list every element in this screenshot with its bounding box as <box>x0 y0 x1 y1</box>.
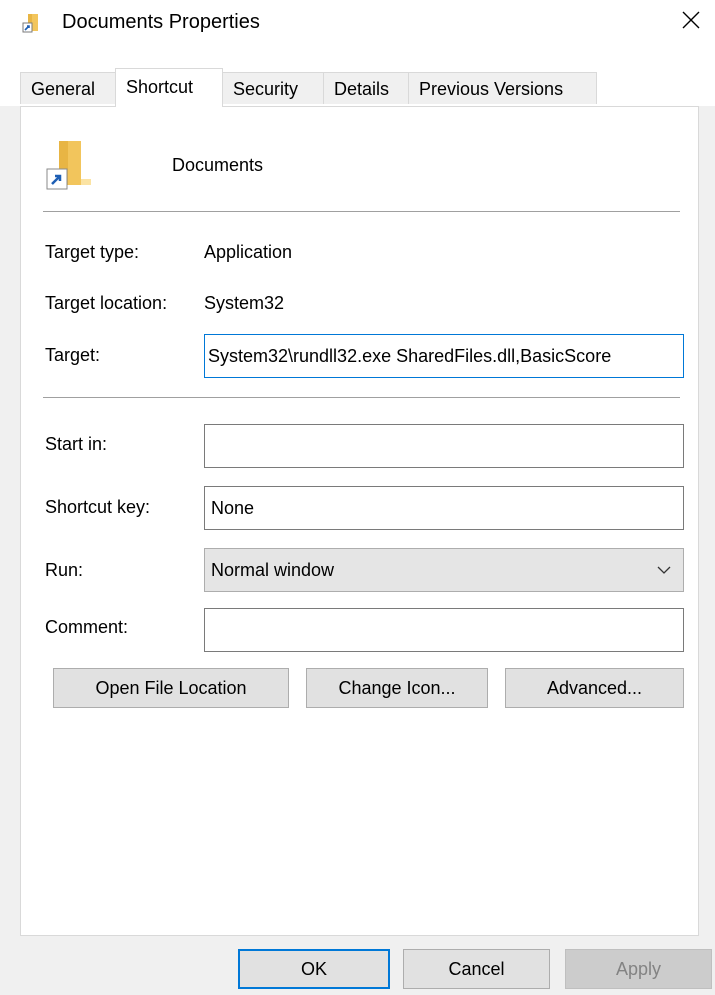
target-type-label: Target type: <box>45 242 140 262</box>
target-input-text: System32\rundll32.exe SharedFiles.dll,Ba… <box>208 346 612 366</box>
tab-details[interactable]: Details <box>323 72 409 104</box>
start-in-label: Start in: <box>45 434 108 454</box>
target-location-value: System32 <box>204 293 285 313</box>
run-select[interactable]: Normal window <box>204 548 684 592</box>
target-label: Target: <box>45 345 101 365</box>
close-icon <box>682 11 700 29</box>
tab-bar: General Shortcut Security Details Previo… <box>0 44 715 107</box>
folder-shortcut-icon <box>46 141 91 190</box>
tab-previous-versions[interactable]: Previous Versions <box>408 72 597 104</box>
tab-security[interactable]: Security <box>222 72 324 104</box>
close-button[interactable] <box>667 0 715 40</box>
tab-shortcut[interactable]: Shortcut <box>115 68 223 107</box>
comment-input[interactable] <box>204 608 684 652</box>
target-location-label: Target location: <box>45 293 168 313</box>
shortcut-panel: Documents Target type: Application Targe… <box>20 106 699 936</box>
target-input[interactable]: System32\rundll32.exe SharedFiles.dll,Ba… <box>204 334 684 378</box>
target-type-value: Application <box>204 242 293 262</box>
open-file-location-button[interactable]: Open File Location <box>53 668 289 708</box>
cancel-button[interactable]: Cancel <box>403 949 550 989</box>
comment-label: Comment: <box>45 617 129 637</box>
apply-button: Apply <box>565 949 712 989</box>
tab-general[interactable]: General <box>20 72 116 104</box>
run-select-value: Normal window <box>211 560 335 580</box>
title-bar: Documents Properties <box>0 0 715 44</box>
window-title: Documents Properties <box>62 11 260 33</box>
separator <box>43 397 680 398</box>
advanced-button[interactable]: Advanced... <box>505 668 684 708</box>
folder-shortcut-icon <box>22 14 38 33</box>
change-icon-button[interactable]: Change Icon... <box>306 668 488 708</box>
shortcut-name: Documents <box>172 155 264 175</box>
start-in-input[interactable] <box>204 424 684 468</box>
separator <box>43 211 680 212</box>
run-label: Run: <box>45 560 84 580</box>
shortcut-key-label: Shortcut key: <box>45 497 151 517</box>
shortcut-key-input[interactable]: None <box>204 486 684 530</box>
properties-dialog: Documents Properties General Shortcut Se… <box>0 0 715 995</box>
ok-button[interactable]: OK <box>238 949 390 989</box>
chevron-down-icon <box>657 566 671 574</box>
